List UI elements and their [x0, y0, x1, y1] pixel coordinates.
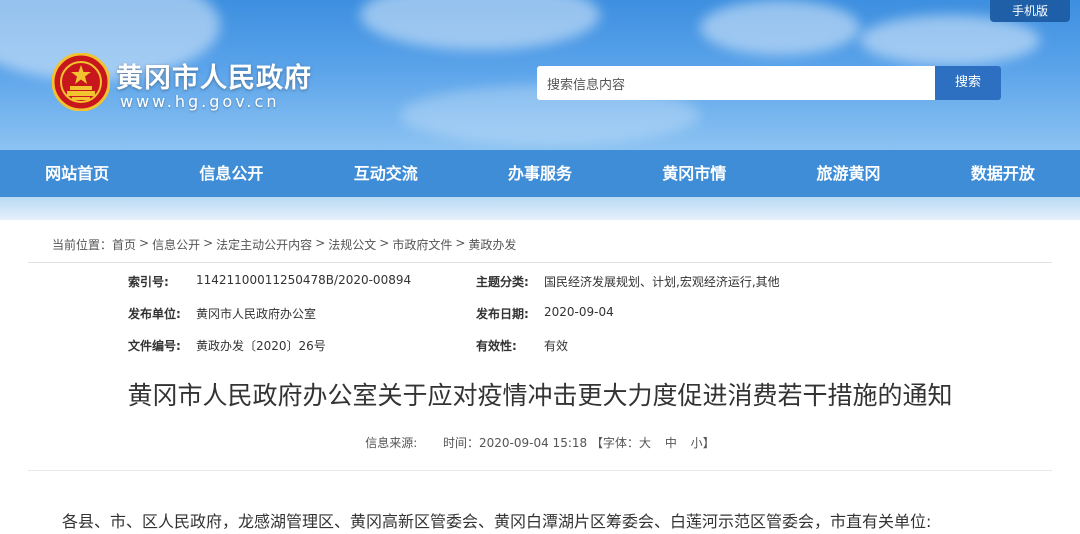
cloud-decoration [360, 0, 600, 50]
article-title: 黄冈市人民政府办公室关于应对疫情冲击更大力度促进消费若干措施的通知 [127, 381, 953, 410]
nav-item-home[interactable]: 网站首页 [0, 150, 154, 197]
meta-docno-label: 文件编号: [128, 339, 181, 353]
search-placeholder: 搜索信息内容 [547, 77, 626, 93]
time-label: 时间： [442, 436, 479, 450]
search-button[interactable]: 搜索 [935, 66, 1001, 100]
meta-publisher-value: 黄冈市人民政府办公室 [196, 307, 317, 321]
site-url: www.hg.gov.cn [120, 92, 280, 111]
breadcrumb-divider [28, 262, 1052, 263]
breadcrumb-item-home[interactable]: 首页 [112, 236, 136, 253]
meta-date-label: 发布日期: [476, 307, 529, 321]
main-nav: 网站首页 信息公开 互动交流 办事服务 黄冈市情 旅游黄冈 数据开放 [0, 150, 1080, 197]
meta-topic-value: 国民经济发展规划、计划,宏观经济运行,其他 [544, 275, 780, 289]
cloud-decoration [860, 15, 1040, 65]
breadcrumb-item-city-docs[interactable]: 市政府文件 [392, 236, 452, 253]
nav-item-tourism[interactable]: 旅游黄冈 [771, 150, 925, 197]
meta-date-value: 2020-09-04 [544, 305, 614, 319]
meta-index-label: 索引号: [128, 275, 169, 289]
publish-time: 2020-09-04 15:18 [479, 436, 588, 450]
article-salutation: 各县、市、区人民政府，龙感湖管理区、黄冈高新区管委会、黄冈白潭湖片区筹委会、白莲… [62, 512, 932, 531]
national-emblem-icon [52, 53, 110, 111]
breadcrumb-item-statutory[interactable]: 法定主动公开内容 [216, 236, 312, 253]
font-size-close: 】 [702, 436, 715, 450]
source-label: 信息来源: [365, 436, 418, 450]
article-divider [28, 470, 1052, 471]
cloud-decoration [700, 0, 860, 55]
font-size-medium-button[interactable]: 中 [665, 436, 677, 450]
nav-item-open-data[interactable]: 数据开放 [926, 150, 1080, 197]
nav-item-info-disclosure[interactable]: 信息公开 [154, 150, 308, 197]
meta-validity-value: 有效 [544, 339, 569, 353]
nav-shadow-band [0, 197, 1080, 220]
nav-item-city-profile[interactable]: 黄冈市情 [617, 150, 771, 197]
breadcrumb-item-regulations[interactable]: 法规公文 [328, 236, 376, 253]
nav-item-interaction[interactable]: 互动交流 [309, 150, 463, 197]
font-size-small-button[interactable]: 小 [691, 436, 703, 450]
site-header: 手机版 黄冈市人民政府 www.hg.gov.cn 搜索信息内容 搜索 [0, 0, 1080, 150]
meta-index-value: 11421100011250478B/2020-00894 [196, 273, 412, 287]
mobile-version-link[interactable]: 手机版 [990, 0, 1070, 22]
meta-topic-label: 主题分类: [476, 275, 529, 289]
nav-item-services[interactable]: 办事服务 [463, 150, 617, 197]
breadcrumb-item-huangzhengbanfa[interactable]: 黄政办发 [468, 236, 516, 253]
breadcrumb-prefix: 当前位置： [52, 238, 113, 252]
meta-publisher-label: 发布单位: [128, 307, 181, 321]
breadcrumb: 当前位置： 首页 > 信息公开 > 法定主动公开内容 > 法规公文 > 市政府文件 > 黄… [52, 236, 517, 253]
meta-validity-label: 有效性: [476, 339, 517, 353]
font-size-label: 【字体： [590, 436, 639, 450]
font-size-large-button[interactable]: 大 [639, 436, 651, 450]
meta-docno-value: 黄政办发〔2020〕26号 [196, 339, 326, 353]
site-title[interactable]: 黄冈市人民政府 [116, 56, 312, 95]
search-input[interactable]: 搜索信息内容 [537, 66, 935, 100]
breadcrumb-item-info[interactable]: 信息公开 [152, 236, 200, 253]
article-info: 信息来源: 时间：2020-09-04 15:18 【字体：大 中 小】 [0, 434, 1080, 451]
